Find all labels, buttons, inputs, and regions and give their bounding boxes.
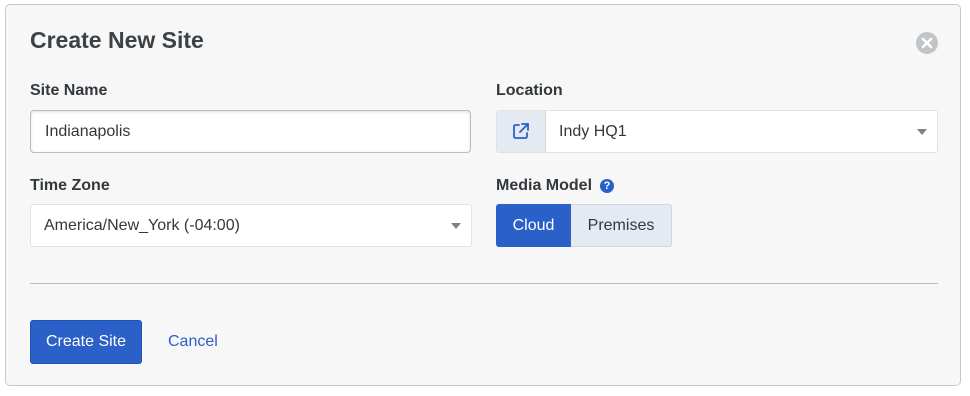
location-value: Indy HQ1 [559, 122, 627, 140]
external-link-icon [513, 123, 529, 139]
question-circle-icon[interactable]: ? [600, 179, 614, 193]
media-model-premises-option[interactable]: Premises [571, 204, 672, 247]
footer-divider [30, 283, 938, 284]
time-zone-select[interactable]: America/New_York (-04:00) [30, 204, 472, 247]
close-icon[interactable] [916, 32, 938, 54]
site-name-label: Site Name [30, 82, 108, 99]
location-select[interactable]: Indy HQ1 [496, 110, 938, 153]
create-site-dialog: Create New Site Site Name Location Indy … [5, 4, 961, 386]
media-model-label: Media Model [496, 177, 593, 194]
media-model-cloud-option[interactable]: Cloud [496, 204, 571, 247]
chevron-down-icon [451, 222, 461, 229]
cancel-button[interactable]: Cancel [168, 333, 218, 351]
chevron-down-icon [917, 128, 927, 135]
site-name-input[interactable] [30, 110, 471, 153]
time-zone-label: Time Zone [30, 177, 110, 194]
time-zone-value: America/New_York (-04:00) [44, 216, 240, 234]
location-label: Location [496, 82, 563, 99]
location-link-button[interactable] [497, 111, 546, 152]
dialog-title: Create New Site [30, 27, 204, 53]
media-model-label-group: Media Model ? [496, 177, 626, 195]
create-site-button[interactable]: Create Site [30, 320, 142, 364]
